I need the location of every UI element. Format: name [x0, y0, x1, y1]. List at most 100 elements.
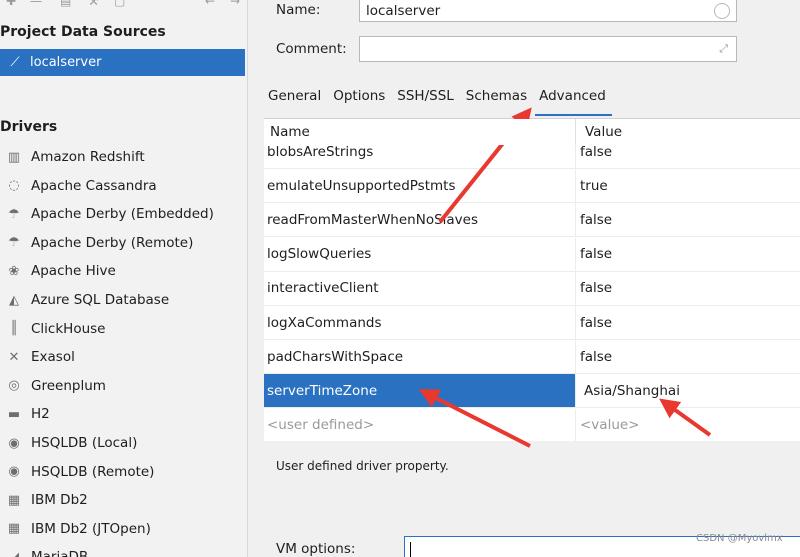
column-header-value[interactable]: Value	[576, 119, 631, 145]
name-value: localserver	[366, 2, 441, 19]
property-name-cell[interactable]: logSlowQueries	[264, 237, 576, 271]
redshift-icon: ▥	[7, 149, 21, 165]
driver-label: IBM Db2 (JTOpen)	[31, 520, 151, 537]
vm-options-label: VM options:	[276, 541, 356, 557]
derby-icon: ☂	[8, 206, 20, 222]
new-icon[interactable]: ✚	[6, 0, 16, 8]
property-name-cell[interactable]: serverTimeZone	[264, 374, 576, 408]
table-row[interactable]: padCharsWithSpace false	[264, 340, 800, 375]
properties-table: Name Value blobsAreStrings false emulateUn…	[264, 118, 800, 441]
table-header: Name Value	[264, 119, 800, 145]
driver-item[interactable]: ◉ HSQLDB (Remote)	[0, 458, 245, 486]
datasource-item-localserver[interactable]: ⟋ localserver	[0, 49, 245, 76]
driver-label: Amazon Redshift	[31, 149, 145, 165]
table-row[interactable]: readFromMasterWhenNoSlaves false	[264, 203, 800, 238]
property-value-cell[interactable]: false	[576, 340, 612, 373]
table-row[interactable]: interactiveClient false	[264, 271, 800, 306]
driver-label: ClickHouse	[31, 320, 106, 337]
property-description: User defined driver property.	[276, 459, 449, 473]
column-header-name[interactable]: Name	[264, 119, 576, 145]
ibm-db2-icon: ▦	[7, 492, 21, 508]
forward-icon[interactable]: →	[230, 0, 240, 8]
property-value-cell[interactable]: false	[576, 272, 612, 305]
datasource-icon: ⟋	[10, 55, 20, 70]
table-row[interactable]: <user defined> <value>	[264, 408, 800, 441]
h2-icon: ▬	[7, 406, 21, 422]
table-row[interactable]: emulateUnsupportedPstmts true	[264, 169, 800, 204]
driver-label: Greenplum	[31, 377, 106, 394]
property-name-cell[interactable]: readFromMasterWhenNoSlaves	[264, 203, 576, 237]
property-value-cell[interactable]: false	[576, 203, 612, 236]
datasource-label: localserver	[30, 55, 102, 70]
tab-ssh-ssl[interactable]: SSH/SSL	[397, 86, 454, 112]
table-row[interactable]: serverTimeZone Asia/Shanghai	[264, 374, 800, 409]
right-pane: Name: localserver Comment: ⤢ General Opti…	[249, 0, 800, 557]
back-icon[interactable]: ←	[205, 0, 215, 8]
left-toolbar: ✚ — ▤ ⚒ ▢ ← →	[0, 0, 248, 10]
driver-label: MariaDB	[26, 549, 88, 557]
ibm-db2-icon: ▦	[7, 521, 21, 537]
hive-icon: ❀	[8, 263, 20, 279]
driver-item[interactable]: ☂ Apache Derby (Embedded)	[0, 200, 245, 228]
driver-label: Azure SQL Database	[31, 292, 170, 308]
clickhouse-icon: ║	[10, 321, 18, 337]
tab-schemas[interactable]: Schemas	[466, 86, 527, 112]
property-name-cell[interactable]: padCharsWithSpace	[264, 340, 576, 374]
expand-icon[interactable]: ⤢	[719, 42, 728, 56]
name-input[interactable]: localserver	[359, 0, 737, 22]
collapse-icon[interactable]: —	[30, 0, 42, 8]
name-label: Name:	[276, 2, 321, 18]
wrench-icon[interactable]: ⚒	[88, 0, 99, 8]
driver-label: IBM Db2	[31, 492, 88, 509]
tab-bar: General Options SSH/SSL Schemas Advanced	[268, 86, 618, 116]
hsqldb-icon: ◉	[8, 435, 20, 451]
driver-item[interactable]: ▦ IBM Db2	[0, 486, 245, 514]
table-row[interactable]: logSlowQueries false	[264, 237, 800, 272]
driver-item[interactable]: ◉ HSQLDB (Local)	[0, 429, 245, 457]
driver-item[interactable]: ◢MariaDB	[0, 543, 245, 557]
driver-item[interactable]: ◎ Greenplum	[0, 372, 245, 400]
property-name-cell[interactable]: logXaCommands	[264, 306, 576, 339]
derby-icon: ☂	[8, 235, 20, 251]
driver-item[interactable]: ✕ Exasol	[0, 343, 245, 371]
table-row[interactable]: logXaCommands false	[264, 306, 800, 340]
exasol-icon: ✕	[8, 349, 20, 365]
property-value-cell[interactable]: true	[576, 169, 608, 202]
driver-item[interactable]: ◌ Apache Cassandra	[0, 172, 245, 200]
driver-label: Apache Cassandra	[31, 177, 157, 194]
property-value-cell[interactable]: false	[576, 238, 612, 271]
mariadb-icon: ◢	[0, 550, 26, 557]
tab-options[interactable]: Options	[333, 86, 385, 112]
property-name-cell[interactable]: <user defined>	[264, 408, 576, 441]
driver-item[interactable]: ❀ Apache Hive	[0, 257, 245, 285]
property-value-cell[interactable]: <value>	[576, 409, 640, 441]
driver-label: Apache Derby (Remote)	[31, 234, 194, 251]
hsqldb-icon: ◉	[8, 464, 20, 480]
property-name-cell[interactable]: emulateUnsupportedPstmts	[264, 169, 576, 203]
driver-item[interactable]: ▬ H2	[0, 400, 245, 428]
copy-icon[interactable]: ▤	[60, 0, 71, 8]
status-circle-icon	[714, 3, 730, 19]
driver-label: Exasol	[31, 349, 75, 366]
drivers-title: Drivers	[0, 119, 58, 135]
property-value-cell[interactable]: Asia/Shanghai	[576, 374, 680, 407]
comment-input[interactable]: ⤢	[359, 36, 737, 62]
copy2-icon[interactable]: ▢	[114, 0, 125, 8]
driver-label: Apache Hive	[31, 263, 116, 280]
driver-item[interactable]: ◭ Azure SQL Database	[0, 286, 245, 314]
watermark: CSDN @Myovlmx	[696, 533, 783, 544]
property-value-cell[interactable]: false	[576, 306, 612, 339]
driver-item[interactable]: ☂ Apache Derby (Remote)	[0, 229, 245, 257]
driver-item[interactable]: ▦ IBM Db2 (JTOpen)	[0, 515, 245, 543]
tab-general[interactable]: General	[268, 86, 321, 112]
driver-label: HSQLDB (Remote)	[31, 463, 155, 480]
cassandra-icon: ◌	[8, 178, 20, 194]
datasources-title: Project Data Sources	[0, 24, 166, 40]
property-name-cell[interactable]: interactiveClient	[264, 271, 576, 305]
comment-label: Comment:	[276, 41, 347, 57]
driver-item[interactable]: ║ ClickHouse	[0, 315, 245, 343]
tab-advanced[interactable]: Advanced	[535, 86, 612, 116]
driver-item[interactable]: ▥ Amazon Redshift	[0, 143, 245, 171]
greenplum-icon: ◎	[8, 378, 20, 394]
text-caret	[410, 542, 411, 557]
